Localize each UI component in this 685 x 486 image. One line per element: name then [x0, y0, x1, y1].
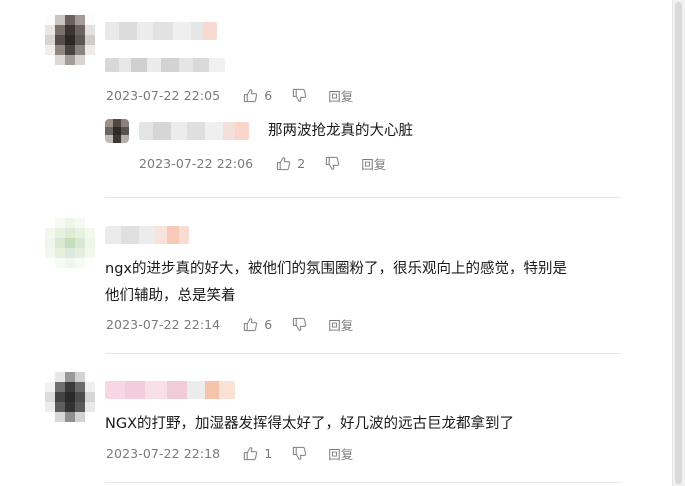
reply-like-button[interactable]: 2 — [276, 156, 305, 171]
reply-avatar[interactable] — [105, 119, 129, 143]
like-button[interactable]: 6 — [243, 317, 272, 332]
comment-meta: 2023-07-22 22:18 1 回复 — [106, 444, 353, 463]
reply-dislike-button[interactable] — [325, 156, 340, 171]
comment-text-blurred — [105, 58, 225, 72]
comment-divider — [105, 197, 621, 198]
comment-timestamp: 2023-07-22 22:05 — [106, 88, 221, 103]
reply-meta: 2023-07-22 22:06 2 回复 — [139, 154, 386, 173]
comment-divider — [105, 353, 621, 354]
dislike-button[interactable] — [292, 317, 307, 332]
scrollbar-thumb[interactable] — [675, 2, 682, 484]
thumbs-up-icon — [244, 89, 258, 103]
reply-reply-button[interactable]: 回复 — [361, 154, 386, 173]
username-blurred[interactable] — [105, 381, 235, 399]
reply-text: 那两波抢龙真的大心脏 — [268, 123, 413, 139]
thumbs-up-icon — [244, 447, 258, 461]
reply-timestamp: 2023-07-22 22:06 — [139, 156, 254, 171]
avatar[interactable] — [45, 372, 95, 422]
thumbs-down-icon — [293, 446, 307, 460]
username-blurred[interactable] — [105, 226, 189, 244]
comment-text-line-2: 他们辅助，总是笑着 — [105, 288, 236, 304]
vertical-scrollbar[interactable] — [672, 0, 685, 486]
avatar[interactable] — [45, 218, 95, 268]
comment-meta: 2023-07-22 22:14 6 回复 — [106, 315, 353, 334]
reply-button[interactable]: 回复 — [328, 444, 353, 463]
reply-username-blurred[interactable] — [139, 122, 249, 140]
like-button[interactable]: 1 — [243, 446, 272, 461]
comment-text: NGX的打野，加湿器发挥得太好了，好几波的远古巨龙都拿到了 — [105, 416, 515, 432]
comment-timestamp: 2023-07-22 22:14 — [106, 317, 221, 332]
reply-button[interactable]: 回复 — [328, 315, 353, 334]
dislike-button[interactable] — [292, 88, 307, 103]
thumbs-down-icon — [326, 156, 340, 170]
comment-meta: 2023-07-22 22:05 6 回复 — [106, 86, 353, 105]
comment-text-line-1: ngx的进步真的好大，被他们的氛围圈粉了，很乐观向上的感觉，特别是 — [105, 261, 567, 277]
dislike-button[interactable] — [292, 446, 307, 461]
thumbs-down-icon — [293, 317, 307, 331]
thumbs-down-icon — [293, 88, 307, 102]
reply-like-count: 2 — [297, 156, 306, 171]
thumbs-up-icon — [244, 318, 258, 332]
reply-button[interactable]: 回复 — [328, 86, 353, 105]
like-count: 6 — [264, 88, 273, 103]
comment-divider — [105, 482, 621, 483]
username-blurred[interactable] — [105, 22, 217, 40]
like-count: 6 — [264, 317, 273, 332]
like-count: 1 — [264, 446, 273, 461]
comment-timestamp: 2023-07-22 22:18 — [106, 446, 221, 461]
avatar[interactable] — [45, 15, 95, 65]
like-button[interactable]: 6 — [243, 88, 272, 103]
thumbs-up-icon — [277, 157, 291, 171]
